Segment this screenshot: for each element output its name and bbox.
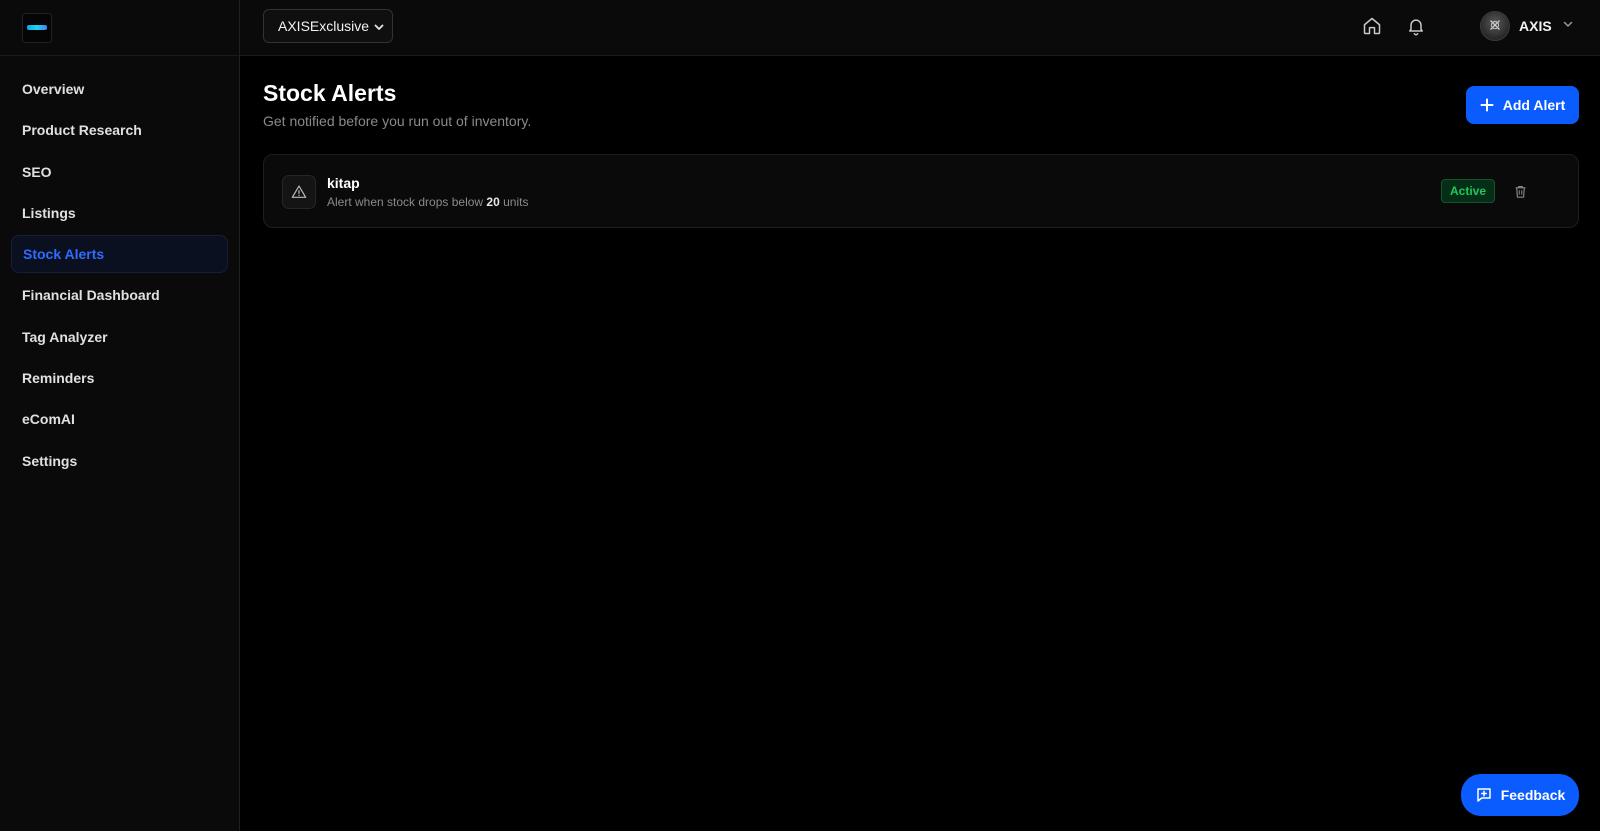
logo-mark-icon — [27, 25, 47, 30]
plus-icon — [1480, 98, 1494, 112]
main-content: Stock Alerts Get notified before you run… — [240, 56, 1600, 831]
store-select-value: AXISExclusive — [278, 18, 370, 34]
store-select[interactable]: AXISExclusive — [263, 9, 393, 43]
sidebar-item-product-research[interactable]: Product Research — [11, 111, 228, 149]
page-subtitle: Get notified before you run out of inven… — [263, 113, 532, 129]
sidebar-item-financial-dashboard[interactable]: Financial Dashboard — [11, 276, 228, 314]
add-alert-label: Add Alert — [1502, 97, 1566, 113]
sidebar-item-label: Listings — [22, 204, 76, 221]
home-icon[interactable] — [1361, 15, 1383, 37]
sidebar-item-label: eComAI — [22, 411, 75, 428]
app-root: Overview Product Research SEO Listings S… — [0, 0, 1600, 831]
alert-threshold: 20 — [486, 195, 500, 209]
chevron-down-icon — [1562, 17, 1574, 35]
alert-description: Alert when stock drops below 20 units — [327, 195, 528, 209]
logo[interactable] — [22, 12, 52, 43]
avatar — [1480, 11, 1510, 41]
sidebar-item-reminders[interactable]: Reminders — [11, 359, 228, 397]
alert-desc-suffix: units — [503, 195, 529, 209]
sidebar-item-label: Tag Analyzer — [22, 328, 108, 345]
user-menu[interactable]: AXIS — [1480, 10, 1590, 42]
sidebar-item-settings[interactable]: Settings — [11, 442, 228, 480]
bell-icon[interactable] — [1405, 15, 1427, 37]
sidebar-item-overview[interactable]: Overview — [11, 70, 228, 108]
chevron-down-icon — [373, 20, 385, 36]
sidebar-item-listings[interactable]: Listings — [11, 194, 228, 232]
warning-icon — [282, 175, 316, 209]
sidebar-item-label: Product Research — [22, 122, 142, 139]
sidebar-item-label: Reminders — [22, 370, 95, 387]
feedback-button[interactable]: Feedback — [1461, 774, 1579, 816]
alert-desc-prefix: Alert when stock drops below — [327, 195, 484, 209]
alert-card: kitap Alert when stock drops below 20 un… — [263, 154, 1579, 228]
sidebar-item-label: Stock Alerts — [23, 246, 105, 263]
add-alert-button[interactable]: Add Alert — [1466, 86, 1579, 124]
sidebar-header — [0, 0, 239, 56]
feedback-label: Feedback — [1500, 787, 1566, 803]
trash-icon[interactable] — [1510, 181, 1530, 201]
sidebar: Overview Product Research SEO Listings S… — [0, 0, 240, 831]
top-bar: AXISExclusive AXIS — [240, 0, 1600, 56]
user-name: AXIS — [1519, 18, 1552, 34]
sidebar-item-seo[interactable]: SEO — [11, 153, 228, 191]
sidebar-item-ecomai[interactable]: eComAI — [11, 400, 228, 438]
message-plus-icon — [1475, 786, 1493, 804]
sidebar-item-stock-alerts[interactable]: Stock Alerts — [11, 235, 228, 274]
status-badge[interactable]: Active — [1441, 179, 1495, 203]
sidebar-item-label: SEO — [22, 163, 52, 180]
sidebar-item-label: Overview — [22, 81, 85, 97]
sidebar-item-label: Settings — [22, 452, 78, 469]
sidebar-nav: Overview Product Research SEO Listings S… — [0, 56, 239, 480]
page-title: Stock Alerts — [263, 80, 397, 106]
sidebar-item-label: Financial Dashboard — [22, 287, 160, 304]
alert-product-name: kitap — [327, 175, 360, 191]
sidebar-item-tag-analyzer[interactable]: Tag Analyzer — [11, 318, 228, 356]
